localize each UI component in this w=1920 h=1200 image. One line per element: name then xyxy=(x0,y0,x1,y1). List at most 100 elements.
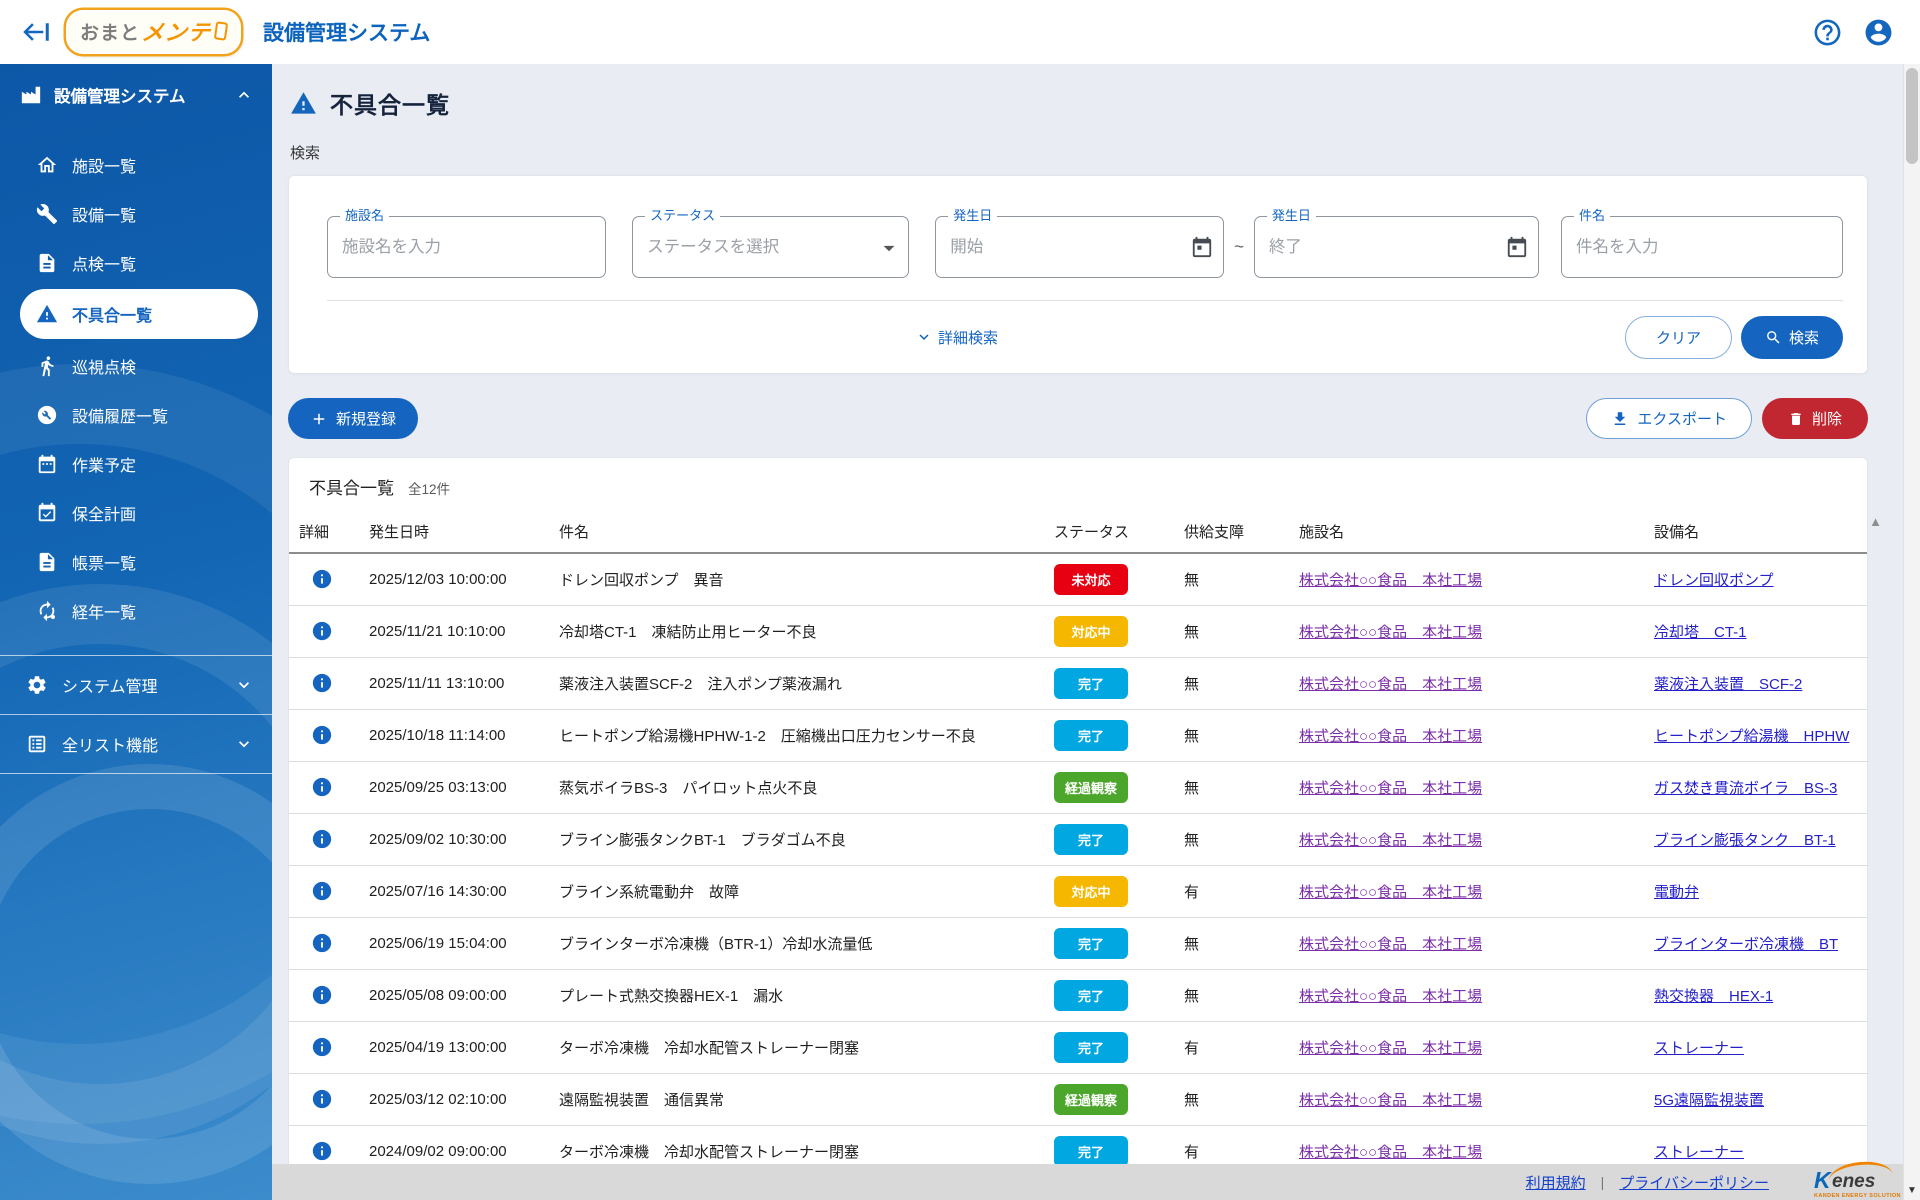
facility-link[interactable]: 株式会社○○食品 本社工場 xyxy=(1299,1040,1482,1057)
page-scrollbar[interactable]: ▼ xyxy=(1903,64,1920,1200)
facility-link[interactable]: 株式会社○○食品 本社工場 xyxy=(1299,780,1482,797)
facility-link[interactable]: 株式会社○○食品 本社工場 xyxy=(1299,1144,1482,1161)
sidebar-item[interactable]: 施設一覧 xyxy=(0,140,272,189)
row-detail-button[interactable] xyxy=(311,932,333,954)
calendar-icon xyxy=(36,453,58,475)
column-header[interactable]: 詳細 xyxy=(289,513,359,553)
row-detail-button[interactable] xyxy=(311,1140,333,1162)
search-button[interactable]: 検索 xyxy=(1741,316,1843,359)
facility-link[interactable]: 株式会社○○食品 本社工場 xyxy=(1299,572,1482,589)
sidebar-item[interactable]: 不具合一覧 xyxy=(20,289,258,339)
equipment-link[interactable]: 電動弁 xyxy=(1654,884,1699,901)
facility-link[interactable]: 株式会社○○食品 本社工場 xyxy=(1299,988,1482,1005)
field-label: 施設名 xyxy=(340,208,389,225)
table-row[interactable]: 2025/12/03 10:00:00 ドレン回収ポンプ 異音 未対応 無 株式… xyxy=(289,553,1868,605)
column-header[interactable]: 設備名 xyxy=(1644,513,1868,553)
clear-button[interactable]: クリア xyxy=(1625,316,1732,359)
sidebar-item[interactable]: 巡視点検 xyxy=(0,341,272,390)
table-row[interactable]: 2025/05/08 09:00:00 プレート式熱交換器HEX-1 漏水 完了… xyxy=(289,969,1868,1021)
scrollbar-thumb[interactable] xyxy=(1906,68,1918,164)
facility-link[interactable]: 株式会社○○食品 本社工場 xyxy=(1299,728,1482,745)
sidebar-item[interactable]: 点検一覧 xyxy=(0,238,272,287)
equipment-link[interactable]: ストレーナー xyxy=(1654,1040,1744,1057)
table-row[interactable]: 2025/11/21 10:10:00 冷却塔CT-1 凍結防止用ヒーター不良 … xyxy=(289,605,1868,657)
equipment-link[interactable]: 薬液注入装置 SCF-2 xyxy=(1654,676,1802,693)
facility-link[interactable]: 株式会社○○食品 本社工場 xyxy=(1299,884,1482,901)
row-detail-button[interactable] xyxy=(311,1088,333,1110)
equipment-link[interactable]: 熱交換器 HEX-1 xyxy=(1654,988,1773,1005)
build-circle-icon xyxy=(36,404,58,426)
equipment-link[interactable]: ストレーナー xyxy=(1654,1144,1744,1161)
facility-link[interactable]: 株式会社○○食品 本社工場 xyxy=(1299,676,1482,693)
sidebar-item[interactable]: 設備履歴一覧 xyxy=(0,390,272,439)
privacy-policy-link[interactable]: プライバシーポリシー xyxy=(1619,1172,1769,1193)
chevron-down-icon[interactable] xyxy=(234,734,254,754)
scrollbar-down-arrow[interactable]: ▼ xyxy=(1904,1185,1920,1196)
row-detail-button[interactable] xyxy=(311,1036,333,1058)
account-button[interactable] xyxy=(1863,17,1894,48)
column-header[interactable]: 件名 xyxy=(549,513,1044,553)
chevron-up-icon[interactable] xyxy=(234,85,254,105)
column-header[interactable]: ステータス xyxy=(1044,513,1174,553)
date-end-input[interactable] xyxy=(1255,217,1538,277)
row-detail-button[interactable] xyxy=(311,880,333,902)
equipment-link[interactable]: ブライン膨張タンク BT-1 xyxy=(1654,832,1836,849)
subject-input[interactable] xyxy=(1562,217,1842,277)
table-row[interactable]: 2025/09/25 03:13:00 蒸気ボイラBS-3 パイロット点火不良 … xyxy=(289,761,1868,813)
scroll-to-top-icon[interactable]: ▲ xyxy=(1869,514,1882,529)
table-row[interactable]: 2025/03/12 02:10:00 遠隔監視装置 通信異常 経過観察 無 株… xyxy=(289,1073,1868,1125)
equipment-link[interactable]: ブラインターボ冷凍機 BT xyxy=(1654,936,1838,953)
row-detail-button[interactable] xyxy=(311,724,333,746)
facility-link[interactable]: 株式会社○○食品 本社工場 xyxy=(1299,1092,1482,1109)
table-row[interactable]: 2025/04/19 13:00:00 ターボ冷凍機 冷却水配管ストレーナー閉塞… xyxy=(289,1021,1868,1073)
sidebar-section-all-lists[interactable]: 全リスト機能 xyxy=(0,715,272,773)
equipment-link[interactable]: 5G遠隔監視装置 xyxy=(1654,1092,1764,1109)
column-header[interactable]: 施設名 xyxy=(1289,513,1644,553)
terms-link[interactable]: 利用規約 xyxy=(1526,1172,1586,1193)
table-row[interactable]: 2025/06/19 15:04:00 ブラインターボ冷凍機（BTR-1）冷却水… xyxy=(289,917,1868,969)
equipment-link[interactable]: ドレン回収ポンプ xyxy=(1654,572,1774,589)
factory-icon xyxy=(20,84,42,106)
table-row[interactable]: 2025/10/18 11:14:00 ヒートポンプ給湯機HPHW-1-2 圧縮… xyxy=(289,709,1868,761)
column-header[interactable]: 供給支障 xyxy=(1174,513,1289,553)
sidebar-item[interactable]: 経年一覧 xyxy=(0,586,272,635)
row-detail-button[interactable] xyxy=(311,984,333,1006)
delete-button[interactable]: 削除 xyxy=(1762,398,1868,439)
chevron-down-icon[interactable] xyxy=(234,675,254,695)
back-button[interactable] xyxy=(22,17,52,47)
row-detail-button[interactable] xyxy=(311,568,333,590)
sidebar-item[interactable]: 帳票一覧 xyxy=(0,537,272,586)
row-detail-button[interactable] xyxy=(311,828,333,850)
facility-link[interactable]: 株式会社○○食品 本社工場 xyxy=(1299,936,1482,953)
facility-link[interactable]: 株式会社○○食品 本社工場 xyxy=(1299,832,1482,849)
sidebar-item[interactable]: 作業予定 xyxy=(0,439,272,488)
table-row[interactable]: 2025/09/02 10:30:00 ブライン膨張タンクBT-1 ブラダゴム不… xyxy=(289,813,1868,865)
facility-name-input[interactable] xyxy=(328,217,605,277)
dropdown-arrow-icon[interactable] xyxy=(876,235,902,261)
status-select-input[interactable] xyxy=(633,217,908,277)
calendar-icon[interactable] xyxy=(1191,236,1213,258)
row-detail-button[interactable] xyxy=(311,776,333,798)
table-row[interactable]: 2025/07/16 14:30:00 ブライン系統電動弁 故障 対応中 有 株… xyxy=(289,865,1868,917)
column-header[interactable]: 発生日時 xyxy=(359,513,549,553)
status-badge: 対応中 xyxy=(1054,876,1128,907)
calendar-icon[interactable] xyxy=(1506,236,1528,258)
row-detail-button[interactable] xyxy=(311,672,333,694)
advanced-search-link[interactable]: 詳細検索 xyxy=(915,327,998,348)
equipment-link[interactable]: 冷却塔 CT-1 xyxy=(1654,624,1747,641)
row-detail-button[interactable] xyxy=(311,620,333,642)
help-button[interactable] xyxy=(1812,17,1843,48)
sidebar-header-system[interactable]: 設備管理システム xyxy=(0,64,272,126)
calendar-check-icon xyxy=(36,502,58,524)
create-button[interactable]: 新規登録 xyxy=(288,398,418,439)
equipment-link[interactable]: ガス焚き貫流ボイラ BS-3 xyxy=(1654,780,1837,797)
sidebar-section-system-admin[interactable]: システム管理 xyxy=(0,656,272,714)
date-start-input[interactable] xyxy=(936,217,1223,277)
table-row[interactable]: 2025/11/11 13:10:00 薬液注入装置SCF-2 注入ポンプ薬液漏… xyxy=(289,657,1868,709)
export-button[interactable]: エクスポート xyxy=(1586,398,1752,439)
facility-link[interactable]: 株式会社○○食品 本社工場 xyxy=(1299,624,1482,641)
sidebar-item[interactable]: 保全計画 xyxy=(0,488,272,537)
sidebar-item[interactable]: 設備一覧 xyxy=(0,189,272,238)
cell-datetime: 2025/12/03 10:00:00 xyxy=(359,553,549,605)
equipment-link[interactable]: ヒートポンプ給湯機 HPHW xyxy=(1654,728,1849,745)
